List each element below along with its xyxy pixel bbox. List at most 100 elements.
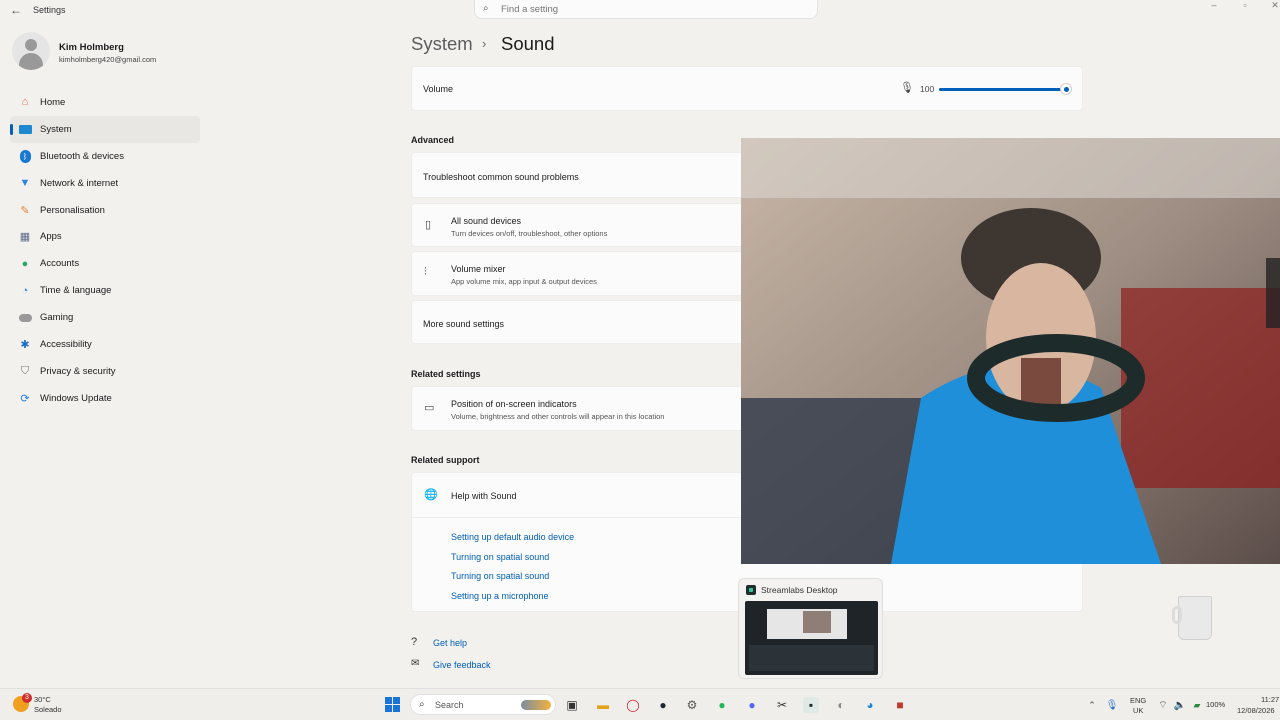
indicators-title: Position of on-screen indicators	[451, 399, 577, 409]
opera-icon[interactable]: ◯	[625, 697, 641, 713]
page-title: Sound	[501, 33, 555, 54]
user-name: Kim Holmberg	[59, 42, 124, 53]
sidebar-item-apps[interactable]: ▦ Apps	[10, 223, 200, 250]
avatar[interactable]	[12, 32, 50, 70]
mixer-icon: ⫶	[424, 266, 427, 278]
breadcrumb-parent[interactable]: System	[411, 33, 473, 55]
sidebar-item-privacy[interactable]: ⛉ Privacy & security	[10, 358, 200, 385]
weather-temperature[interactable]: 30°C	[34, 695, 51, 704]
start-icon[interactable]	[385, 697, 401, 713]
webcam-image	[741, 138, 1280, 564]
search-highlight-icon	[521, 700, 551, 710]
help-link[interactable]: Setting up default audio device	[451, 532, 574, 552]
help-link[interactable]: Setting up a microphone	[451, 591, 574, 611]
related-support-heading: Related support	[411, 455, 480, 465]
clock-time[interactable]: 11:27	[1261, 695, 1279, 704]
all-sound-devices-title: All sound devices	[451, 216, 522, 226]
feedback-icon: ✉	[411, 658, 420, 669]
accessibility-icon: ✱	[20, 338, 30, 351]
taskbar-search[interactable]: ⌕ Search	[410, 694, 556, 715]
language-indicator[interactable]: ENG	[1130, 696, 1146, 705]
sidebar-item-time-language[interactable]: ◔ Time & language	[10, 277, 200, 304]
volume-slider-fill	[939, 88, 1067, 91]
clock-date[interactable]: 12/08/2026	[1237, 706, 1275, 715]
battery-icon[interactable]: ▰	[1189, 697, 1205, 713]
settings-search-box[interactable]: ⌕	[474, 0, 818, 19]
sidebar-item-gaming[interactable]: Gaming	[10, 304, 200, 331]
maximize-button[interactable]: ▫	[1230, 0, 1260, 12]
app-icon[interactable]: ◐	[833, 697, 849, 713]
wifi-tray-icon[interactable]: ⌔	[1155, 697, 1171, 713]
breadcrumb-separator: ›	[482, 36, 487, 51]
home-icon: ⌂	[21, 96, 29, 109]
back-arrow-icon[interactable]: ←	[8, 3, 24, 17]
troubleshoot-label: Troubleshoot common sound problems	[423, 172, 579, 182]
more-sound-settings-label: More sound settings	[423, 319, 505, 329]
battery-percent[interactable]: 100%	[1206, 700, 1225, 709]
help-link[interactable]: Turning on spatial sound	[451, 571, 574, 591]
weather-badge: 3	[22, 693, 32, 703]
help-with-sound-title[interactable]: Help with Sound	[451, 491, 517, 501]
streamlabs-taskbar-icon[interactable]: ▪	[803, 697, 819, 713]
screen-indicator-icon: ▭	[424, 402, 435, 414]
system-icon	[17, 122, 33, 136]
steam-icon[interactable]: ●	[655, 697, 671, 713]
give-feedback-link[interactable]: Give feedback	[433, 660, 491, 670]
volume-label: Volume	[423, 84, 454, 94]
get-help-icon: ?	[411, 636, 418, 648]
spotify-icon[interactable]: ●	[714, 697, 730, 713]
preview-title: Streamlabs Desktop	[761, 585, 838, 595]
update-icon: ⟳	[20, 392, 30, 405]
app-title: Settings	[33, 5, 66, 15]
minimize-button[interactable]: –	[1199, 0, 1229, 12]
volume-slider[interactable]	[939, 88, 1067, 91]
volume-slider-thumb[interactable]	[1060, 83, 1072, 95]
gamepad-icon	[17, 311, 33, 325]
all-sound-devices-sub: Turn devices on/off, troubleshoot, other…	[451, 229, 608, 238]
settings-search-input[interactable]	[501, 3, 801, 16]
sidebar-item-bluetooth[interactable]: ᛒ Bluetooth & devices	[10, 143, 200, 170]
taskbar-preview[interactable]: Streamlabs Desktop	[738, 578, 883, 679]
volume-mixer-title: Volume mixer	[451, 264, 506, 274]
chevron-up-icon[interactable]: ⌃	[1084, 697, 1100, 713]
file-explorer-icon[interactable]: ▬	[595, 697, 611, 713]
weather-description[interactable]: Soleado	[34, 705, 62, 714]
mug-icon	[1172, 594, 1218, 642]
taskbar-search-label: Search	[435, 700, 464, 710]
help-links: Setting up default audio device Turning …	[451, 532, 574, 610]
webcam-overlay	[741, 138, 1280, 564]
microphone-icon[interactable]: 🎙	[900, 81, 914, 94]
keyboard-layout[interactable]: UK	[1133, 706, 1143, 715]
speaker-tray-icon[interactable]: 🔈	[1172, 697, 1188, 713]
preview-thumbnail	[745, 601, 878, 675]
help-link[interactable]: Turning on spatial sound	[451, 552, 574, 572]
edge-icon[interactable]: ◕	[862, 697, 878, 713]
apps-icon: ▦	[19, 231, 31, 244]
app-red-icon[interactable]: ■	[892, 697, 908, 713]
get-help-link[interactable]: Get help	[433, 638, 467, 648]
discord-icon[interactable]: ●	[744, 697, 760, 713]
search-icon: ⌕	[419, 699, 425, 710]
settings-gear-icon[interactable]: ⚙	[684, 697, 700, 713]
sidebar-item-system[interactable]: System	[10, 115, 200, 143]
sidebar-item-network[interactable]: ▼ Network & internet	[10, 170, 200, 197]
sidebar-nav: ⌂ Home System ᛒ Bluetooth & devices ▼ Netwo…	[10, 89, 200, 412]
volume-card: Volume 🎙 100	[411, 66, 1083, 111]
streamlabs-icon	[746, 585, 756, 595]
globe-clock-icon: ◔	[21, 284, 29, 297]
sidebar-item-windows-update[interactable]: ⟳ Windows Update	[10, 385, 200, 412]
advanced-heading: Advanced	[411, 135, 455, 145]
sidebar-item-accessibility[interactable]: ✱ Accessibility	[10, 331, 200, 358]
globe-icon: 🌐	[424, 489, 438, 501]
tray-microphone-icon[interactable]: 🎙	[1104, 697, 1120, 713]
user-email: kimholmberg420@gmail.com	[59, 55, 157, 64]
accounts-icon: ●	[21, 257, 29, 270]
sidebar-item-personalisation[interactable]: ✎ Personalisation	[10, 197, 200, 224]
close-button[interactable]: ✕	[1260, 0, 1280, 12]
volume-value: 100	[920, 84, 935, 94]
sidebar-item-home[interactable]: ⌂ Home	[10, 89, 200, 116]
task-view-icon[interactable]: ▣	[564, 697, 580, 713]
snipping-tool-icon[interactable]: ✂	[774, 697, 790, 713]
volume-mixer-sub: App volume mix, app input & output devic…	[451, 277, 597, 286]
sidebar-item-accounts[interactable]: ● Accounts	[10, 250, 200, 277]
